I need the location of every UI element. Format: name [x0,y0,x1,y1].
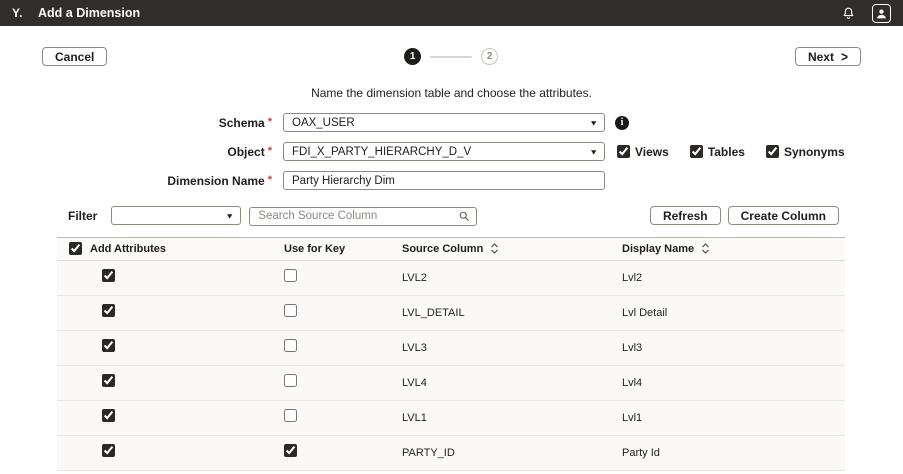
object-type-option[interactable]: Tables [690,145,745,159]
display-name-header-label: Display Name [622,243,694,255]
object-select-value: FDI_X_PARTY_HIERARCHY_D_V [292,146,471,158]
dimension-form: Schema* OAX_USER ▼ i Object* FDI_X_PARTY… [0,113,903,190]
instruction-text: Name the dimension table and choose the … [0,86,903,100]
attributes-filter-bar: Filter ▼ Refresh Create Column [68,206,839,226]
wizard-toolbar: Cancel 1 2 Next > [42,47,861,66]
row-display-name-value: Party Id [620,447,845,459]
filter-label: Filter [68,209,97,223]
header-use-for-key: Use for Key [282,243,400,255]
stepper-connector [430,56,472,58]
object-type-checkbox[interactable] [766,145,779,158]
notifications-bell-icon[interactable] [841,6,856,21]
row-add-attribute-checkbox[interactable] [102,444,115,457]
sort-icon[interactable] [490,242,499,255]
dimension-name-input[interactable] [283,171,605,190]
row-source-column-value: LVL3 [400,342,620,354]
row-add-attribute-checkbox[interactable] [102,304,115,317]
wizard-stepper: 1 2 [107,48,795,65]
table-row: LVL4 Lvl4 [57,366,845,401]
row-use-for-key-checkbox[interactable] [284,304,297,317]
dimension-name-label: Dimension Name* [42,174,272,188]
search-icon [458,210,470,222]
chevron-down-icon: ▼ [589,118,598,127]
table-body: LVL2 Lvl2 LVL_DETAIL Lvl Detail [57,261,845,471]
row-source-column-value: LVL1 [400,412,620,424]
row-use-for-key-checkbox[interactable] [284,269,297,282]
header-source-column: Source Column [400,242,620,255]
required-asterisk: * [268,174,272,186]
user-avatar-icon[interactable] [872,4,891,23]
header-display-name: Display Name [620,242,845,255]
chevron-right-icon: > [841,48,848,64]
row-source-column-value: LVL2 [400,272,620,284]
page-title: Add a Dimension [38,6,140,20]
schema-label: Schema* [42,116,272,130]
table-row: LVL1 Lvl1 [57,401,845,436]
chevron-down-icon: ▼ [589,147,598,156]
schema-row: Schema* OAX_USER ▼ i [0,113,903,132]
app-logo-icon: Y. [12,6,23,20]
schema-select-value: OAX_USER [292,117,355,129]
create-column-button[interactable]: Create Column [728,206,839,225]
add-dimension-window: Y. Add a Dimension Cancel 1 2 [0,0,903,474]
cancel-button[interactable]: Cancel [42,47,107,66]
object-type-option[interactable]: Views [617,145,669,159]
select-all-checkbox[interactable] [69,242,82,255]
row-add-attribute-checkbox[interactable] [102,374,115,387]
table-row: LVL_DETAIL Lvl Detail [57,296,845,331]
object-type-label: Tables [708,145,745,159]
step-1-indicator[interactable]: 1 [404,48,421,65]
topbar-actions [841,4,891,23]
table-actions: Refresh Create Column [650,206,839,225]
step-2-indicator[interactable]: 2 [481,48,498,65]
row-add-attribute-checkbox[interactable] [102,339,115,352]
search-field [249,206,477,226]
row-use-for-key-checkbox[interactable] [284,409,297,422]
object-label: Object* [42,145,272,159]
row-use-for-key-checkbox[interactable] [284,444,297,457]
row-display-name-value: Lvl3 [620,342,845,354]
header-add-attributes: Add Attributes [57,242,282,255]
table-row: PARTY_ID Party Id [57,436,845,471]
object-type-label: Synonyms [784,145,845,159]
row-add-attribute-checkbox[interactable] [102,409,115,422]
row-use-for-key-checkbox[interactable] [284,339,297,352]
schema-select[interactable]: OAX_USER ▼ [283,113,605,132]
required-asterisk: * [268,116,272,128]
filter-select[interactable]: ▼ [111,206,241,225]
next-button[interactable]: Next > [795,47,861,66]
object-row: Object* FDI_X_PARTY_HIERARCHY_D_V ▼ View… [0,142,903,161]
add-attributes-header-label: Add Attributes [90,243,166,255]
row-display-name-value: Lvl1 [620,412,845,424]
dimension-name-row: Dimension Name* [0,171,903,190]
sort-icon[interactable] [701,242,710,255]
object-type-checkbox[interactable] [617,145,630,158]
object-type-checkbox[interactable] [690,145,703,158]
row-display-name-value: Lvl4 [620,377,845,389]
required-asterisk: * [268,145,272,157]
table-row: LVL3 Lvl3 [57,331,845,366]
row-source-column-value: LVL_DETAIL [400,307,620,319]
source-column-header-label: Source Column [402,243,483,255]
object-type-label: Views [635,145,669,159]
table-header-row: Add Attributes Use for Key Source Column… [57,237,845,261]
object-select[interactable]: FDI_X_PARTY_HIERARCHY_D_V ▼ [283,142,605,161]
chevron-down-icon: ▼ [225,211,234,220]
row-display-name-value: Lvl Detail [620,307,845,319]
row-add-attribute-checkbox[interactable] [102,269,115,282]
row-source-column-value: PARTY_ID [400,447,620,459]
row-display-name-value: Lvl2 [620,272,845,284]
object-type-filters: Views Tables Synonyms [617,145,845,159]
top-bar: Y. Add a Dimension [0,0,903,26]
next-button-label: Next [808,50,834,64]
refresh-button[interactable]: Refresh [650,206,721,225]
row-source-column-value: LVL4 [400,377,620,389]
use-for-key-header-label: Use for Key [284,243,345,255]
row-use-for-key-checkbox[interactable] [284,374,297,387]
search-source-column-input[interactable] [249,207,477,226]
info-icon[interactable]: i [615,116,629,130]
attributes-table: Add Attributes Use for Key Source Column… [57,237,845,471]
object-type-option[interactable]: Synonyms [766,145,845,159]
table-row: LVL2 Lvl2 [57,261,845,296]
